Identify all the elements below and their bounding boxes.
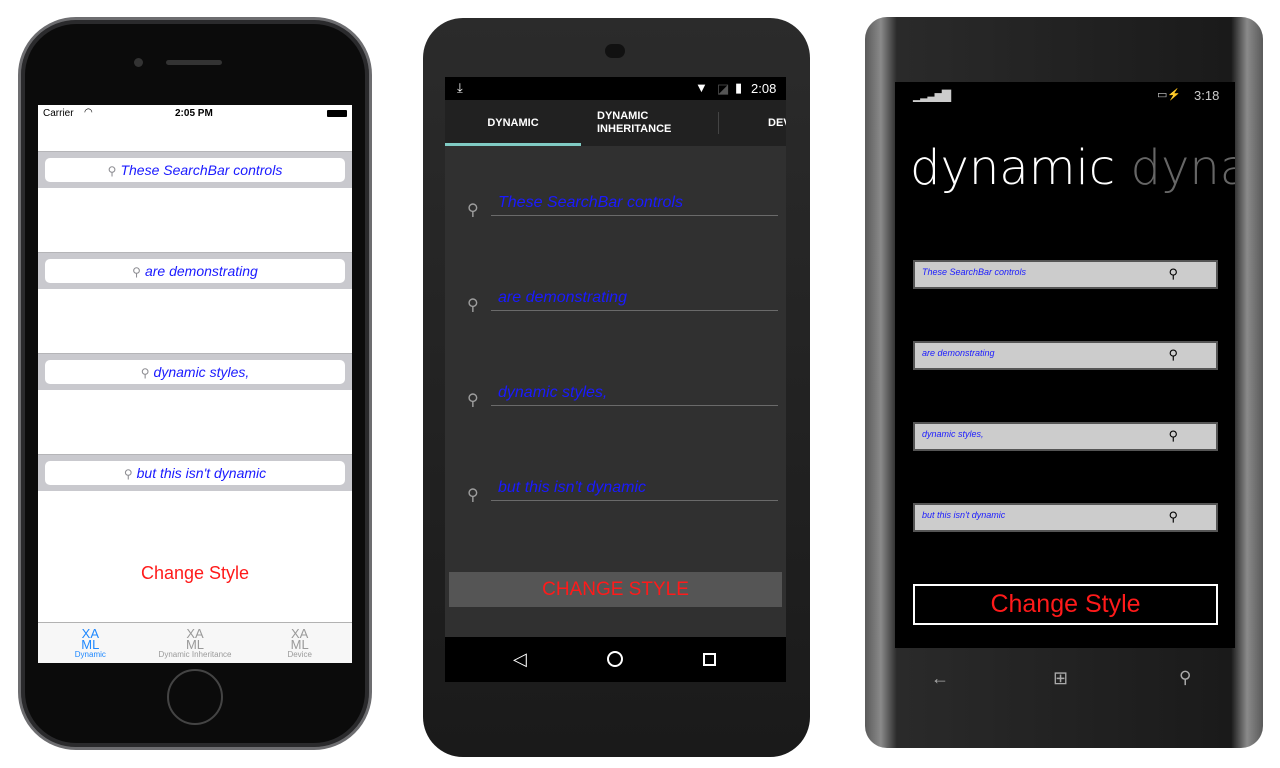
searchbar-text[interactable]: but this isn't dynamic <box>922 510 1005 520</box>
back-icon[interactable]: ← <box>931 668 949 689</box>
change-style-button[interactable]: Change Style <box>38 563 352 584</box>
tab-label: Dynamic Inheritance <box>158 650 232 659</box>
battery-charging-icon: ▭⚡ <box>1157 89 1182 101</box>
iphone-camera <box>134 58 143 67</box>
no-sim-icon: ◪ <box>717 81 730 96</box>
back-icon[interactable]: ◁ <box>513 649 527 670</box>
tab-device[interactable]: DEV <box>768 100 786 146</box>
wifi-icon: ◠ <box>84 107 93 118</box>
xaml-icon: XA ML <box>185 626 205 652</box>
searchbar-text[interactable]: These SearchBar controls <box>120 162 282 178</box>
tab-dynamic-inheritance[interactable]: DYNAMIC INHERITANCE <box>597 110 707 136</box>
tab-label: Dynamic <box>74 650 106 659</box>
searchbar-1[interactable]: ⚲ These SearchBar controls <box>38 151 352 188</box>
android-status-bar: ⤓ ▼ ◪ ▮ 2:08 <box>445 77 786 100</box>
tab-label: Device <box>287 650 312 659</box>
search-icon[interactable]: ⚲ <box>1168 347 1178 363</box>
searchbar-text[interactable]: These SearchBar controls <box>922 267 1026 277</box>
carrier-label: Carrier <box>43 108 74 119</box>
searchbar-1[interactable]: ⚲ These SearchBar controls <box>467 194 778 234</box>
android-screen: ⤓ ▼ ◪ ▮ 2:08 DYNAMIC DYNAMIC INHERITANCE… <box>445 77 786 682</box>
tab-indicator <box>445 143 581 146</box>
tab-dynamic-inheritance[interactable]: XA ML Dynamic Inheritance <box>143 623 248 663</box>
search-icon: ⚲ <box>107 164 117 178</box>
search-icon: ⚲ <box>132 265 141 279</box>
searchbar-text[interactable]: are demonstrating <box>145 263 258 279</box>
battery-icon <box>327 110 347 117</box>
tab-divider <box>718 112 719 134</box>
searchbar-3[interactable]: dynamic styles, ⚲ <box>913 422 1218 451</box>
searchbar-text[interactable]: These SearchBar controls <box>498 194 683 212</box>
searchbar-2[interactable]: ⚲ are demonstrating <box>467 289 778 329</box>
recents-icon[interactable] <box>703 653 716 666</box>
iphone-home-button[interactable] <box>167 669 223 725</box>
ios-screen: Carrier ◠ 2:05 PM ⚲ These SearchBar contr… <box>38 105 352 663</box>
android-speaker <box>605 44 625 58</box>
iphone-speaker <box>166 60 222 65</box>
search-icon[interactable]: ⚲ <box>1168 266 1178 282</box>
status-time: 2:08 <box>751 81 777 96</box>
searchbar-2[interactable]: are demonstrating ⚲ <box>913 341 1218 370</box>
search-icon[interactable]: ⚲ <box>1179 668 1191 688</box>
searchbar-4[interactable]: ⚲ but this isn't dynamic <box>38 454 352 491</box>
search-icon[interactable]: ⚲ <box>1168 509 1178 525</box>
windows-screen: ▁▂▃▅▇ ▭⚡ 3:18 dynamic dynami These Searc… <box>895 82 1235 648</box>
pivot-header: dynamic dynami <box>910 140 1235 196</box>
search-icon: ⚲ <box>467 487 479 504</box>
change-style-button[interactable]: CHANGE STYLE <box>449 572 782 607</box>
status-time: 3:18 <box>1194 88 1220 103</box>
searchbar-text[interactable]: dynamic styles, <box>154 364 250 380</box>
searchbar-3[interactable]: ⚲ dynamic styles, <box>467 384 778 424</box>
tab-dynamic[interactable]: XA ML Dynamic <box>38 623 143 663</box>
searchbar-text[interactable]: but this isn't dynamic <box>137 465 267 481</box>
download-icon: ⤓ <box>457 80 463 95</box>
searchbar-1[interactable]: These SearchBar controls ⚲ <box>913 260 1218 289</box>
xaml-icon: XA ML <box>81 626 100 652</box>
pivot-title-next[interactable]: dynami <box>1130 140 1235 196</box>
searchbar-4[interactable]: but this isn't dynamic ⚲ <box>913 503 1218 532</box>
signal-icon: ▁▂▃▅▇ <box>913 88 951 102</box>
searchbar-text[interactable]: are demonstrating <box>498 289 627 307</box>
tab-device[interactable]: XA ML Device <box>247 623 352 663</box>
windows-logo-icon[interactable]: ⊞ <box>1053 668 1068 689</box>
change-style-button[interactable]: Change Style <box>913 584 1218 625</box>
pivot-title-current[interactable]: dynamic <box>910 140 1115 196</box>
android-nav-bar: ◁ <box>445 637 786 682</box>
xaml-icon: XA ML <box>290 626 309 652</box>
search-icon: ⚲ <box>467 392 479 409</box>
ios-tab-bar: XA ML Dynamic XA ML Dynamic Inheritance XA ML… <box>38 622 352 663</box>
searchbar-4[interactable]: ⚲ but this isn't dynamic <box>467 479 778 519</box>
searchbar-text[interactable]: are demonstrating <box>922 348 995 358</box>
status-time: 2:05 PM <box>175 108 213 119</box>
home-icon[interactable] <box>607 651 623 667</box>
search-icon: ⚲ <box>123 467 133 481</box>
android-tab-bar: DYNAMIC DYNAMIC INHERITANCE DEV <box>445 100 786 146</box>
searchbar-text[interactable]: dynamic styles, <box>498 384 607 402</box>
searchbar-3[interactable]: ⚲ dynamic styles, <box>38 353 352 390</box>
searchbar-text[interactable]: but this isn't dynamic <box>498 479 646 497</box>
tab-dynamic[interactable]: DYNAMIC <box>445 100 581 146</box>
searchbar-text[interactable]: dynamic styles, <box>922 429 984 439</box>
searchbar-2[interactable]: ⚲ are demonstrating <box>38 252 352 289</box>
search-icon: ⚲ <box>467 297 479 314</box>
search-icon[interactable]: ⚲ <box>1168 428 1178 444</box>
search-icon: ⚲ <box>140 366 150 380</box>
ios-status-bar: Carrier ◠ 2:05 PM <box>38 105 352 122</box>
wifi-icon: ▼ <box>695 80 708 95</box>
battery-charging-icon: ▮ <box>735 80 743 95</box>
search-icon: ⚲ <box>467 202 479 219</box>
